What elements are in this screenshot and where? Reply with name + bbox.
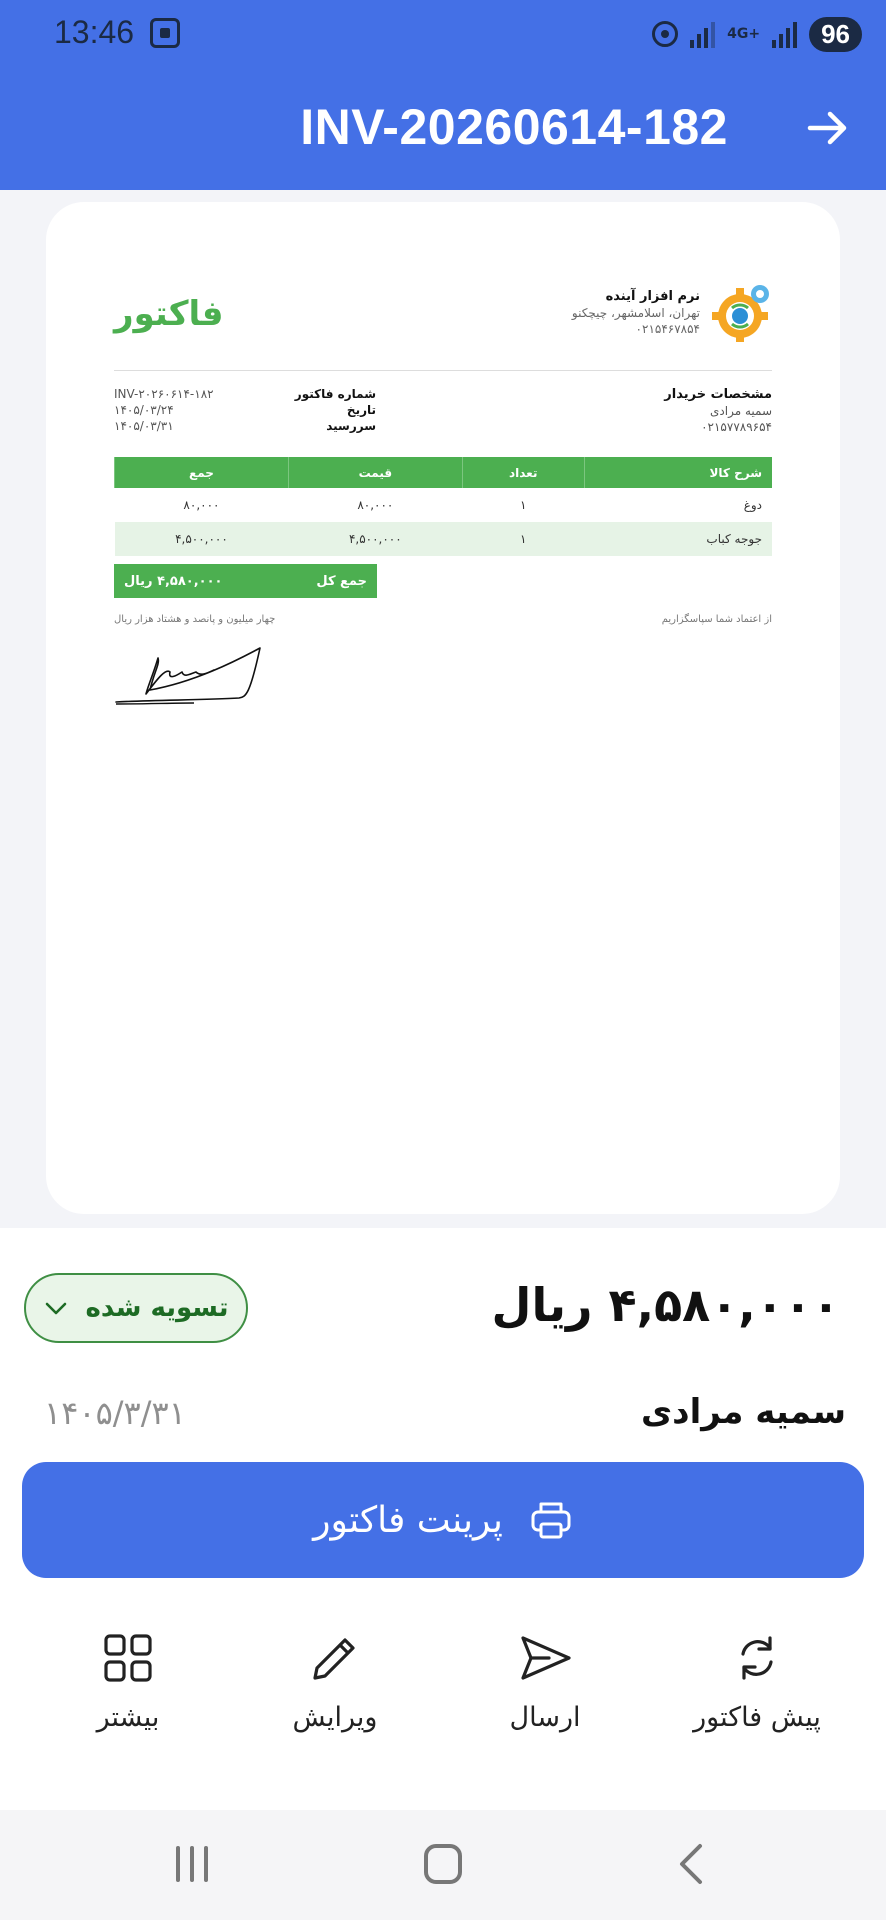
recent-apps-button[interactable]: [176, 1846, 208, 1882]
invoice-due-date: ۱۴۰۵/۳/۳۱: [44, 1394, 186, 1432]
item-desc: جوجه کباب: [584, 522, 772, 556]
col-sum: جمع: [114, 457, 289, 488]
proforma-button[interactable]: پیش فاکتور: [672, 1628, 842, 1733]
edit-label: ویرایش: [292, 1702, 378, 1733]
total-amount: ۴,۵۸۰,۰۰۰ ریال: [491, 1278, 840, 1332]
refresh-icon: [741, 1636, 773, 1680]
send-button[interactable]: ارسال: [460, 1628, 630, 1733]
grand-total-label: جمع کل: [316, 573, 367, 589]
company-name: نرم افزار آینده: [605, 289, 700, 304]
item-desc: دوغ: [743, 498, 762, 512]
printer-icon: [531, 1502, 571, 1539]
buyer-phone: ۰۲۱۵۷۷۸۹۶۵۴: [701, 420, 772, 434]
grand-total-bar: جمع کل ۴,۵۸۰,۰۰۰ ریال: [114, 564, 377, 598]
chevron-down-icon: [46, 1302, 67, 1315]
more-button[interactable]: بیشتر: [43, 1628, 213, 1733]
table-row: جوجه کباب ۱ ۴,۵۰۰,۰۰۰ ۴,۵۰۰,۰۰۰: [114, 522, 772, 556]
network-type: 4G+: [727, 26, 761, 42]
proforma-label: پیش فاکتور: [693, 1702, 821, 1733]
system-nav-bar: [0, 1810, 886, 1920]
status-bar: 13:46 4G+ 96: [0, 0, 886, 70]
invoice-summary-sheet: ۴,۵۸۰,۰۰۰ ریال تسویه شده سمیه مرادی ۱۴۰۵…: [0, 1228, 886, 1810]
thanks-note: از اعتماد شما سپاسگزاریم: [661, 614, 772, 625]
item-price: ۴,۵۰۰,۰۰۰: [288, 522, 463, 556]
buyer-block: مشخصات خریدار سمیه مرادی ۰۲۱۵۷۷۸۹۶۵۴: [664, 386, 772, 435]
company-logo-icon: [712, 285, 769, 342]
invoice-number: INV-۲۰۲۶۰۶۱۴-۱۸۲: [114, 387, 214, 401]
home-button[interactable]: [424, 1844, 462, 1884]
company-phone: ۰۲۱۵۴۶۷۸۵۴: [635, 322, 700, 336]
back-button[interactable]: [798, 98, 858, 158]
item-sum: ۸۰,۰۰۰: [183, 498, 220, 512]
invoice-date: ۱۴۰۵/۰۳/۲۴: [114, 403, 174, 417]
invoice-number-label: شماره فاکتور: [294, 387, 376, 401]
items-header-row: شرح کالا تعداد قیمت جمع: [114, 457, 772, 488]
grand-total-value: ۴,۵۸۰,۰۰۰ ریال: [124, 573, 223, 589]
signal-icon: [690, 20, 716, 48]
item-qty: ۱: [519, 498, 527, 512]
edit-button[interactable]: ویرایش: [250, 1628, 420, 1733]
print-button-label: پرینت فاکتور: [313, 1499, 503, 1541]
battery-indicator: 96: [809, 16, 862, 52]
grid-icon: [104, 1634, 152, 1682]
payment-status-dropdown[interactable]: تسویه شده: [24, 1273, 248, 1343]
signal-icon-2: [772, 20, 798, 48]
more-label: بیشتر: [96, 1702, 160, 1733]
customer-name: سمیه مرادی: [640, 1392, 846, 1432]
col-price: قیمت: [287, 457, 463, 488]
screenshot-icon: [150, 18, 180, 48]
invoice-date-label: تاریخ: [346, 403, 376, 417]
invoice-preview-area: نرم افزار آینده تهران، اسلامشهر، چیچکنو …: [0, 190, 886, 1228]
item-price: ۸۰,۰۰۰: [357, 498, 394, 512]
item-sum: ۴,۵۰۰,۰۰۰: [114, 522, 289, 556]
send-icon: [521, 1636, 571, 1680]
col-qty: تعداد: [461, 457, 585, 488]
arrow-right-icon: [807, 111, 847, 145]
items-table: شرح کالا تعداد قیمت جمع دوغ ۱ ۸۰,۰۰۰ ۸۰,…: [114, 457, 772, 556]
signature: [115, 647, 261, 705]
action-bar: پیش فاکتور ارسال ویرایش بیشتر: [0, 1628, 886, 1768]
status-time: 13:46: [54, 14, 135, 50]
invoice-meta-values: INV-۲۰۲۶۰۶۱۴-۱۸۲ ۱۴۰۵/۰۳/۲۴ ۱۴۰۵/۰۳/۳۱: [114, 386, 214, 434]
invoice-due-label: سررسید: [326, 419, 376, 433]
edit-icon: [313, 1638, 355, 1680]
company-block: نرم افزار آینده تهران، اسلامشهر، چیچکنو …: [572, 282, 772, 344]
print-invoice-button[interactable]: پرینت فاکتور: [22, 1462, 864, 1578]
item-qty: ۱: [462, 522, 585, 556]
page-title: INV-20260614-182: [300, 99, 728, 155]
nav-back-icon[interactable]: [672, 1842, 712, 1886]
company-address: تهران، اسلامشهر، چیچکنو: [571, 306, 700, 320]
payment-status-label: تسویه شده: [85, 1293, 229, 1323]
hotspot-icon: [652, 21, 679, 47]
app-header: 13:46 4G+ 96 INV-20260614-182: [0, 0, 886, 190]
divider: [114, 370, 772, 371]
invoice-due: ۱۴۰۵/۰۳/۳۱: [114, 419, 174, 433]
send-label: ارسال: [509, 1702, 581, 1733]
buyer-name: سمیه مرادی: [710, 404, 772, 418]
col-desc: شرح کالا: [583, 457, 772, 488]
buyer-heading: مشخصات خریدار: [664, 387, 772, 402]
invoice-title: فاکتور: [114, 294, 224, 334]
amount-in-words: چهار میلیون و پانصد و هشتاد هزار ریال: [114, 614, 276, 625]
invoice-meta-labels: شماره فاکتور تاریخ سررسید: [295, 386, 376, 434]
invoice-paper: نرم افزار آینده تهران، اسلامشهر، چیچکنو …: [46, 202, 840, 1214]
table-row: دوغ ۱ ۸۰,۰۰۰ ۸۰,۰۰۰: [115, 488, 773, 522]
